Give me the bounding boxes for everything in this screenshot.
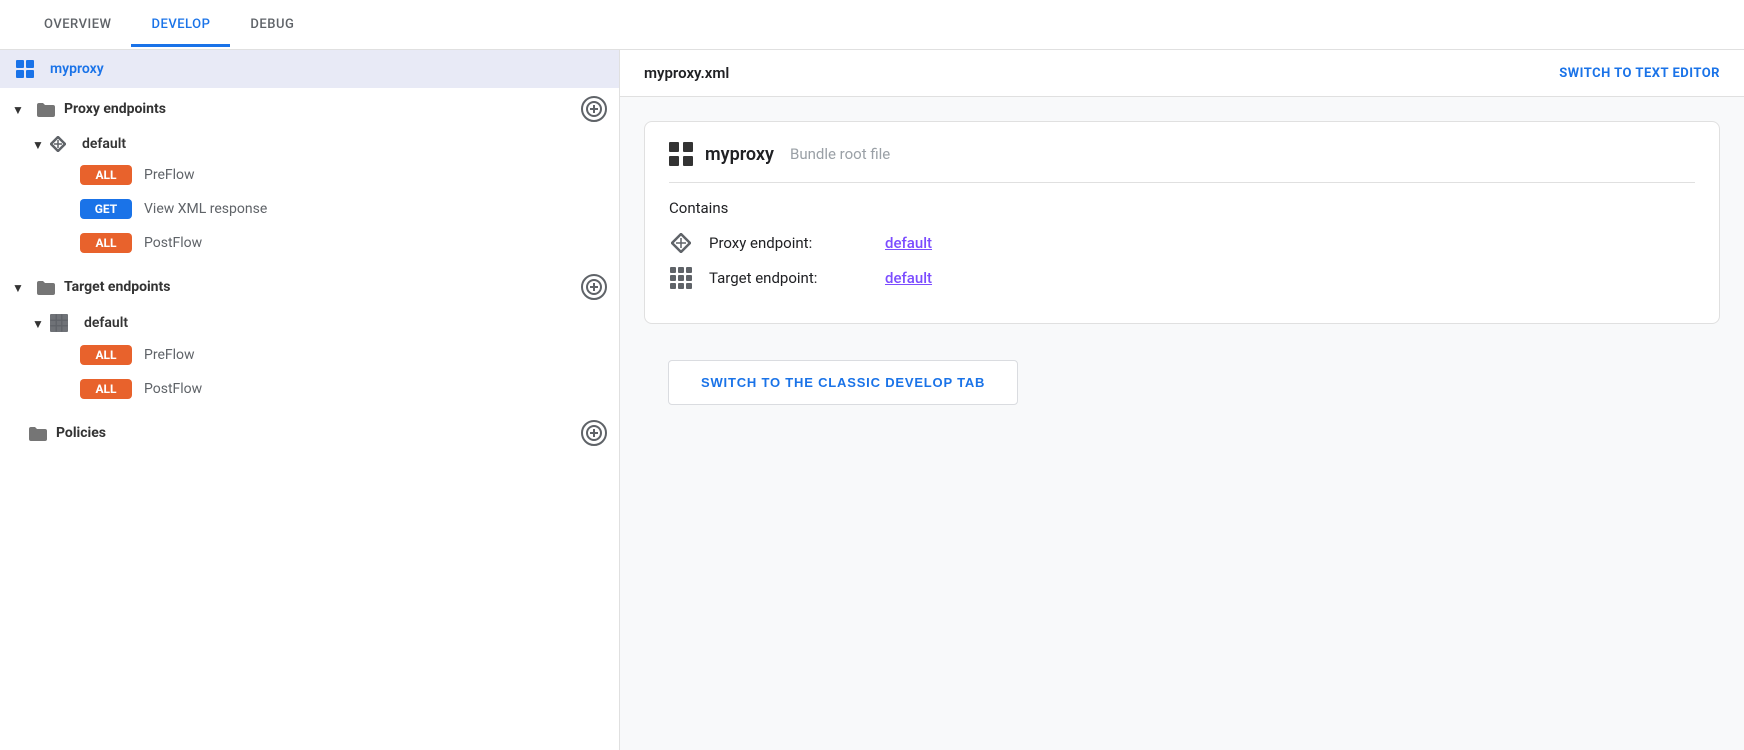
target-endpoints-label: Target endpoints	[64, 279, 170, 295]
target-default-icon	[50, 314, 68, 332]
tab-develop[interactable]: DEVELOP	[131, 3, 230, 46]
add-policy-button[interactable]	[581, 420, 607, 446]
switch-to-text-editor-button[interactable]: SWITCH TO TEXT EDITOR	[1559, 66, 1720, 81]
proxy-postflow-label[interactable]: PostFlow	[144, 235, 202, 251]
target-default-chevron[interactable]: ▼	[32, 317, 44, 329]
bundle-subtitle: Bundle root file	[790, 145, 890, 163]
right-header: myproxy.xml SWITCH TO TEXT EDITOR	[620, 50, 1744, 97]
proxy-default-item[interactable]: ▼ default	[0, 130, 619, 158]
bundle-card-header: myproxy Bundle root file	[669, 142, 1695, 183]
target-endpoints-chevron[interactable]: ▼	[12, 281, 24, 293]
right-panel: myproxy.xml SWITCH TO TEXT EDITOR	[620, 50, 1744, 750]
proxy-postflow-badge[interactable]: ALL	[80, 233, 132, 253]
contains-label: Contains	[669, 199, 1695, 217]
proxy-postflow-row: ALL PostFlow	[0, 226, 619, 260]
add-proxy-endpoint-button[interactable]	[581, 96, 607, 122]
target-preflow-row: ALL PreFlow	[0, 338, 619, 372]
proxy-endpoint-link[interactable]: default	[885, 234, 932, 252]
proxy-default-icon	[50, 136, 66, 152]
top-nav: OVERVIEW DEVELOP DEBUG	[0, 0, 1744, 50]
target-endpoint-label: Target endpoint:	[709, 269, 869, 287]
bundle-icon	[669, 142, 693, 166]
myproxy-item[interactable]: myproxy	[0, 50, 619, 88]
switch-classic-button[interactable]: SWITCH TO THE CLASSIC DEVELOP TAB	[668, 360, 1018, 405]
proxy-endpoint-row: Proxy endpoint: default	[669, 233, 1695, 253]
bundle-card: myproxy Bundle root file Contains Proxy …	[644, 121, 1720, 324]
myproxy-icon	[16, 60, 34, 78]
target-postflow-row: ALL PostFlow	[0, 372, 619, 406]
target-preflow-label[interactable]: PreFlow	[144, 347, 195, 363]
policies-section: Policies	[0, 412, 619, 454]
left-panel: myproxy ▼ Proxy endpoints	[0, 50, 620, 750]
target-postflow-label[interactable]: PostFlow	[144, 381, 202, 397]
target-endpoint-icon	[669, 267, 693, 289]
target-endpoints-left: ▼ Target endpoints	[12, 278, 170, 296]
target-endpoint-link[interactable]: default	[885, 269, 932, 287]
main-layout: myproxy ▼ Proxy endpoints	[0, 50, 1744, 750]
tab-overview[interactable]: OVERVIEW	[24, 3, 131, 46]
target-endpoint-row: Target endpoint: default	[669, 267, 1695, 289]
bundle-name: myproxy	[705, 144, 774, 165]
proxy-endpoints-label: Proxy endpoints	[64, 101, 166, 117]
proxy-get-label[interactable]: View XML response	[144, 201, 267, 217]
proxy-preflow-label[interactable]: PreFlow	[144, 167, 195, 183]
target-default-label: default	[84, 315, 128, 331]
proxy-preflow-row: ALL PreFlow	[0, 158, 619, 192]
policies-left: Policies	[12, 424, 106, 442]
proxy-preflow-badge[interactable]: ALL	[80, 165, 132, 185]
proxy-endpoints-folder-icon	[36, 100, 56, 118]
proxy-default-label: default	[82, 136, 126, 152]
file-title: myproxy.xml	[644, 64, 729, 82]
tab-debug[interactable]: DEBUG	[230, 3, 314, 46]
myproxy-label: myproxy	[50, 61, 104, 77]
proxy-endpoints-left: ▼ Proxy endpoints	[12, 100, 166, 118]
proxy-get-row: GET View XML response	[0, 192, 619, 226]
add-target-endpoint-button[interactable]	[581, 274, 607, 300]
target-postflow-badge[interactable]: ALL	[80, 379, 132, 399]
proxy-default-chevron[interactable]: ▼	[32, 138, 44, 150]
proxy-endpoints-chevron[interactable]: ▼	[12, 103, 24, 115]
switch-classic-wrapper: SWITCH TO THE CLASSIC DEVELOP TAB	[644, 344, 1720, 421]
right-content: myproxy Bundle root file Contains Proxy …	[620, 97, 1744, 750]
proxy-get-badge[interactable]: GET	[80, 199, 132, 219]
policies-label: Policies	[56, 425, 106, 441]
target-endpoints-folder-icon	[36, 278, 56, 296]
target-endpoints-section: ▼ Target endpoints	[0, 266, 619, 308]
policies-folder-icon	[28, 424, 48, 442]
target-default-item[interactable]: ▼ default	[0, 308, 619, 338]
proxy-endpoints-section: ▼ Proxy endpoints	[0, 88, 619, 130]
target-preflow-badge[interactable]: ALL	[80, 345, 132, 365]
proxy-endpoint-icon	[669, 233, 693, 253]
proxy-endpoint-label: Proxy endpoint:	[709, 234, 869, 252]
